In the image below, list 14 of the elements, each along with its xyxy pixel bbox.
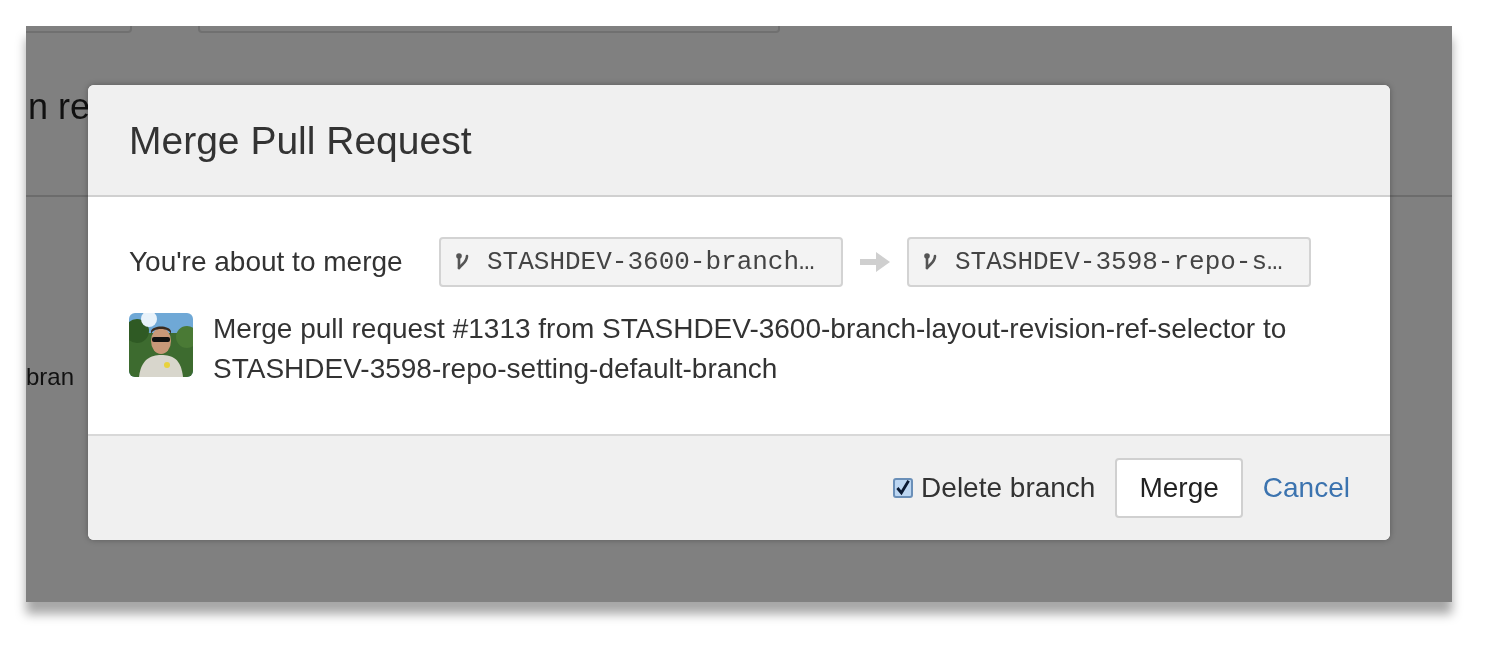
commit-message: Merge pull request #1313 from STASHDEV-3600-branch-layout-revision-ref-selector to STASHDEV-3598-repo-setting-default-branch xyxy=(213,312,1288,386)
background-heading: n re xyxy=(28,89,92,125)
branch-icon xyxy=(455,252,471,272)
branch-name: STASHDEV-3600-branch… xyxy=(487,245,815,279)
cancel-link[interactable]: Cancel xyxy=(1262,467,1350,509)
dialog-title: Merge Pull Request xyxy=(129,120,472,160)
checkbox-label: Delete branch xyxy=(921,471,1096,505)
background-text: bran xyxy=(26,365,75,389)
branch-name: STASHDEV-3598-repo-s… xyxy=(955,245,1283,279)
checkbox[interactable] xyxy=(893,478,914,498)
merge-button[interactable]: Merge xyxy=(1115,458,1243,518)
branch-icon xyxy=(923,252,939,272)
arrow-icon xyxy=(858,250,892,274)
merge-label: You're about to merge xyxy=(129,245,404,279)
